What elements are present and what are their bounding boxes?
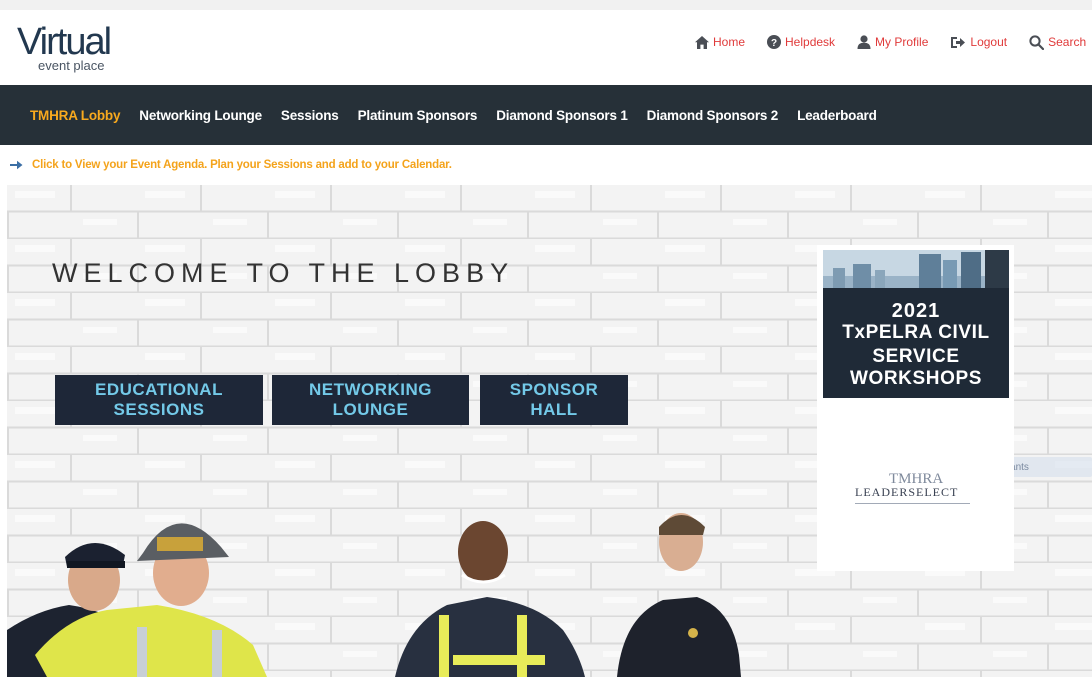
- topnav-my-profile[interactable]: My Profile: [857, 32, 928, 52]
- header: Virtual event place Home ? Helpdesk My P…: [0, 10, 1092, 85]
- svg-text:?: ?: [771, 38, 777, 49]
- agenda-link-text: Click to View your Event Agenda. Plan yo…: [32, 159, 452, 171]
- logo[interactable]: Virtual event place: [17, 21, 127, 74]
- nav-tmhra-lobby[interactable]: TMHRA Lobby: [30, 108, 120, 123]
- top-strip: [0, 0, 1092, 10]
- logout-icon: [951, 36, 966, 48]
- topnav-home-label: Home: [713, 35, 746, 49]
- topnav-my-profile-label: My Profile: [875, 35, 929, 49]
- topnav-search-label: Search: [1048, 35, 1087, 49]
- nav-diamond-sponsors-2[interactable]: Diamond Sponsors 2: [647, 108, 779, 123]
- user-icon: [857, 35, 871, 49]
- topnav-helpdesk-label: Helpdesk: [785, 35, 836, 49]
- nav-leaderboard[interactable]: Leaderboard: [797, 108, 877, 123]
- page: Virtual event place Home ? Helpdesk My P…: [0, 0, 1092, 677]
- top-nav: Home ? Helpdesk My Profile Logout Search: [695, 32, 1092, 52]
- nav-sessions[interactable]: Sessions: [281, 108, 339, 123]
- topnav-helpdesk[interactable]: ? Helpdesk: [767, 32, 835, 52]
- topnav-search[interactable]: Search: [1029, 32, 1086, 52]
- topnav-logout-label: Logout: [970, 35, 1008, 49]
- arrow-right-icon: [10, 160, 23, 170]
- nav-platinum-sponsors[interactable]: Platinum Sponsors: [358, 108, 478, 123]
- nav-diamond-sponsors-1[interactable]: Diamond Sponsors 1: [496, 108, 628, 123]
- nav-networking-lounge[interactable]: Networking Lounge: [139, 108, 262, 123]
- lobby-hero: WELCOME TO THE LOBBY EDUCATIONAL SESSION…: [7, 185, 1092, 677]
- first-responders-image: [7, 513, 741, 677]
- main-nav-items: TMHRA Lobby Networking Lounge Sessions P…: [0, 85, 1092, 145]
- search-icon: [1029, 34, 1045, 50]
- logo-main-text: Virtual: [17, 21, 112, 63]
- agenda-bar: Click to View your Event Agenda. Plan yo…: [0, 145, 1092, 185]
- topnav-logout[interactable]: Logout: [950, 32, 1007, 52]
- home-icon: [695, 35, 709, 49]
- help-circle-icon: ?: [767, 35, 782, 49]
- logo-sub-text: event place: [38, 58, 105, 73]
- agenda-link[interactable]: Click to View your Event Agenda. Plan yo…: [10, 159, 452, 171]
- topnav-home[interactable]: Home: [695, 32, 745, 52]
- main-nav: TMHRA Lobby Networking Lounge Sessions P…: [0, 85, 1092, 145]
